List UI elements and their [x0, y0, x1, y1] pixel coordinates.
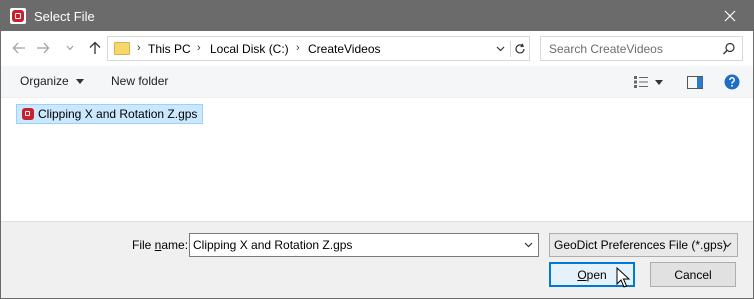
chevron-down-icon [496, 46, 504, 52]
organize-button[interactable]: Organize [20, 74, 85, 88]
select-file-dialog: Select File › This PC › Local Disk (C:) [0, 0, 754, 299]
breadcrumb-local-disk[interactable]: Local Disk (C:) [210, 42, 289, 56]
cancel-button[interactable]: Cancel [650, 262, 736, 287]
help-button[interactable] [723, 73, 741, 91]
refresh-icon [514, 43, 525, 54]
help-icon [724, 74, 740, 90]
organize-label: Organize [20, 74, 69, 88]
chevron-down-icon [723, 242, 731, 248]
file-name-label: Clipping X and Rotation Z.gps [38, 107, 198, 121]
file-name-field-label: File name: [132, 238, 188, 252]
chevron-down-icon [66, 45, 74, 51]
file-name-dropdown[interactable] [521, 238, 535, 252]
caret-down-icon [655, 79, 663, 85]
file-type-select[interactable]: GeoDict Preferences File (*.gps) [549, 233, 738, 257]
file-name-label-suffix: ame: [161, 238, 189, 252]
folder-icon [114, 42, 130, 55]
back-button[interactable] [9, 38, 29, 58]
arrow-up-icon [89, 41, 101, 54]
file-name-label-prefix: File [132, 238, 155, 252]
change-view-button[interactable] [631, 73, 665, 91]
chevron-down-icon [524, 242, 532, 248]
bottom-panel: File name: GeoDict Preferences File (*.g… [1, 221, 753, 298]
open-button-label: pen [586, 267, 607, 282]
refresh-button[interactable] [510, 41, 526, 57]
file-name-field[interactable] [189, 233, 539, 257]
up-button[interactable] [85, 38, 105, 58]
details-view-icon [634, 76, 648, 88]
list-item[interactable]: Clipping X and Rotation Z.gps [16, 104, 203, 124]
search-placeholder: Search CreateVideos [549, 42, 663, 56]
chevron-right-icon[interactable]: › [137, 42, 141, 54]
file-type-dropdown[interactable] [720, 238, 734, 252]
chevron-right-icon[interactable]: › [197, 42, 201, 54]
arrow-right-icon [37, 42, 50, 54]
preview-pane-button[interactable] [686, 73, 704, 91]
file-type-value: GeoDict Preferences File (*.gps) [554, 238, 727, 252]
file-name-input[interactable] [193, 237, 513, 253]
breadcrumb-this-pc[interactable]: This PC [148, 42, 191, 56]
dialog-title: Select File [34, 9, 95, 24]
preview-pane-icon [687, 75, 703, 89]
mouse-cursor-icon [616, 267, 631, 288]
command-bar: Organize New folder [1, 66, 753, 98]
address-bar[interactable]: › This PC › Local Disk (C:) › CreateVide… [107, 36, 530, 61]
close-button[interactable] [707, 1, 753, 31]
address-history-dropdown[interactable] [492, 41, 508, 57]
app-icon [10, 8, 26, 24]
breadcrumb-createvideos[interactable]: CreateVideos [308, 42, 381, 56]
title-bar: Select File [1, 1, 753, 31]
gps-file-icon [22, 108, 34, 120]
file-list[interactable]: Clipping X and Rotation Z.gps [1, 98, 753, 221]
recent-locations-button[interactable] [63, 38, 77, 58]
arrow-left-icon [12, 42, 25, 54]
new-folder-button[interactable]: New folder [111, 74, 168, 88]
close-icon [724, 10, 736, 22]
forward-button[interactable] [33, 38, 53, 58]
caret-down-icon [76, 79, 85, 85]
search-icon [723, 42, 735, 55]
search-input[interactable]: Search CreateVideos [540, 36, 743, 61]
open-button-accesskey: O [577, 267, 587, 282]
chevron-right-icon[interactable]: › [296, 42, 300, 54]
